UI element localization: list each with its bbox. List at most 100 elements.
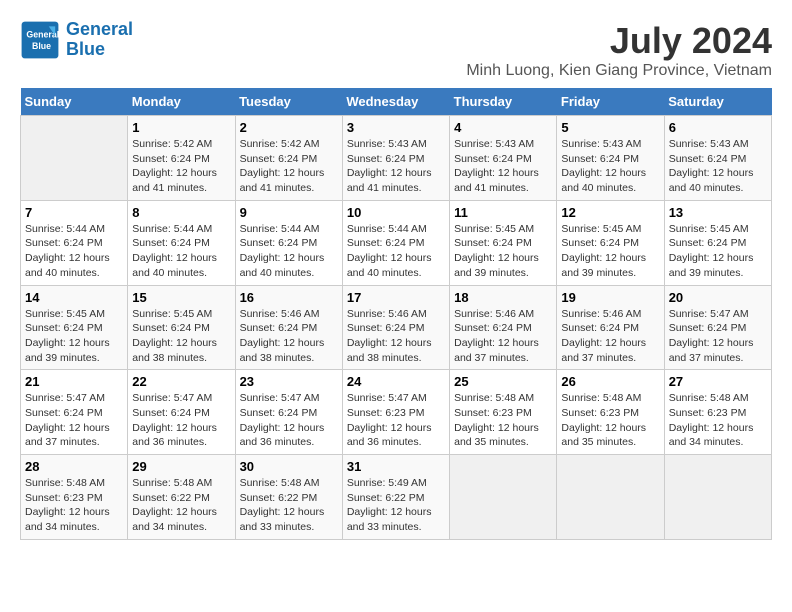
weekday-header-saturday: Saturday <box>664 88 771 116</box>
day-info: Sunrise: 5:48 AM Sunset: 6:23 PM Dayligh… <box>25 476 123 535</box>
day-info: Sunrise: 5:46 AM Sunset: 6:24 PM Dayligh… <box>561 307 659 366</box>
day-number: 30 <box>240 459 338 474</box>
day-number: 26 <box>561 374 659 389</box>
logo: General Blue General Blue <box>20 20 133 60</box>
day-number: 31 <box>347 459 445 474</box>
day-info: Sunrise: 5:48 AM Sunset: 6:23 PM Dayligh… <box>454 391 552 450</box>
calendar-cell: 28 Sunrise: 5:48 AM Sunset: 6:23 PM Dayli… <box>21 455 128 540</box>
day-number: 19 <box>561 290 659 305</box>
calendar-cell: 9 Sunrise: 5:44 AM Sunset: 6:24 PM Daylig… <box>235 200 342 285</box>
calendar-cell: 16Sunrise: 5:46 AM Sunset: 6:24 PM Dayli… <box>235 285 342 370</box>
calendar-cell <box>21 116 128 201</box>
calendar-cell: 25 Sunrise: 5:48 AM Sunset: 6:23 PM Dayli… <box>450 370 557 455</box>
day-info: Sunrise: 5:44 AM Sunset: 6:24 PM Dayligh… <box>132 222 230 281</box>
weekday-header-friday: Friday <box>557 88 664 116</box>
calendar-week-2: 7 Sunrise: 5:44 AM Sunset: 6:24 PM Daylig… <box>21 200 772 285</box>
calendar-week-3: 14 Sunrise: 5:45 AM Sunset: 6:24 PM Dayli… <box>21 285 772 370</box>
day-info: Sunrise: 5:43 AM Sunset: 6:24 PM Dayligh… <box>454 137 552 196</box>
calendar-cell: 2Sunrise: 5:42 AM Sunset: 6:24 PM Daylig… <box>235 116 342 201</box>
title-block: July 2024 Minh Luong, Kien Giang Provinc… <box>466 20 772 80</box>
day-info: Sunrise: 5:45 AM Sunset: 6:24 PM Dayligh… <box>454 222 552 281</box>
calendar-cell: 15 Sunrise: 5:45 AM Sunset: 6:24 PM Dayli… <box>128 285 235 370</box>
calendar-cell: 14 Sunrise: 5:45 AM Sunset: 6:24 PM Dayli… <box>21 285 128 370</box>
subtitle: Minh Luong, Kien Giang Province, Vietnam <box>466 62 772 80</box>
day-info: Sunrise: 5:48 AM Sunset: 6:23 PM Dayligh… <box>561 391 659 450</box>
day-number: 25 <box>454 374 552 389</box>
day-number: 12 <box>561 205 659 220</box>
calendar-cell <box>450 455 557 540</box>
calendar-cell: 12 Sunrise: 5:45 AM Sunset: 6:24 PM Dayli… <box>557 200 664 285</box>
day-number: 22 <box>132 374 230 389</box>
day-number: 18 <box>454 290 552 305</box>
weekday-header-monday: Monday <box>128 88 235 116</box>
calendar-week-1: 1Sunrise: 5:42 AM Sunset: 6:24 PM Daylig… <box>21 116 772 201</box>
calendar-cell: 6 Sunrise: 5:43 AM Sunset: 6:24 PM Daylig… <box>664 116 771 201</box>
calendar-cell: 29 Sunrise: 5:48 AM Sunset: 6:22 PM Dayli… <box>128 455 235 540</box>
day-number: 7 <box>25 205 123 220</box>
day-number: 29 <box>132 459 230 474</box>
day-info: Sunrise: 5:44 AM Sunset: 6:24 PM Dayligh… <box>25 222 123 281</box>
day-number: 6 <box>669 120 767 135</box>
day-info: Sunrise: 5:47 AM Sunset: 6:23 PM Dayligh… <box>347 391 445 450</box>
day-info: Sunrise: 5:47 AM Sunset: 6:24 PM Dayligh… <box>669 307 767 366</box>
calendar-cell: 11 Sunrise: 5:45 AM Sunset: 6:24 PM Dayli… <box>450 200 557 285</box>
day-number: 17 <box>347 290 445 305</box>
day-info: Sunrise: 5:48 AM Sunset: 6:22 PM Dayligh… <box>240 476 338 535</box>
calendar-week-4: 21 Sunrise: 5:47 AM Sunset: 6:24 PM Dayli… <box>21 370 772 455</box>
day-number: 21 <box>25 374 123 389</box>
day-info: Sunrise: 5:45 AM Sunset: 6:24 PM Dayligh… <box>132 307 230 366</box>
day-info: Sunrise: 5:45 AM Sunset: 6:24 PM Dayligh… <box>561 222 659 281</box>
calendar-cell <box>557 455 664 540</box>
day-number: 4 <box>454 120 552 135</box>
day-info: Sunrise: 5:45 AM Sunset: 6:24 PM Dayligh… <box>25 307 123 366</box>
day-number: 14 <box>25 290 123 305</box>
weekday-header-thursday: Thursday <box>450 88 557 116</box>
calendar-body: 1Sunrise: 5:42 AM Sunset: 6:24 PM Daylig… <box>21 116 772 540</box>
day-number: 11 <box>454 205 552 220</box>
day-info: Sunrise: 5:48 AM Sunset: 6:22 PM Dayligh… <box>132 476 230 535</box>
day-info: Sunrise: 5:43 AM Sunset: 6:24 PM Dayligh… <box>561 137 659 196</box>
day-number: 24 <box>347 374 445 389</box>
calendar-cell: 20 Sunrise: 5:47 AM Sunset: 6:24 PM Dayli… <box>664 285 771 370</box>
logo-text: General Blue <box>66 20 133 60</box>
day-info: Sunrise: 5:47 AM Sunset: 6:24 PM Dayligh… <box>132 391 230 450</box>
day-number: 1 <box>132 120 230 135</box>
day-number: 9 <box>240 205 338 220</box>
calendar-cell: 5Sunrise: 5:43 AM Sunset: 6:24 PM Daylig… <box>557 116 664 201</box>
day-number: 10 <box>347 205 445 220</box>
svg-text:Blue: Blue <box>32 41 51 51</box>
weekday-header-row: SundayMondayTuesdayWednesdayThursdayFrid… <box>21 88 772 116</box>
weekday-header-wednesday: Wednesday <box>342 88 449 116</box>
day-info: Sunrise: 5:48 AM Sunset: 6:23 PM Dayligh… <box>669 391 767 450</box>
day-number: 2 <box>240 120 338 135</box>
day-info: Sunrise: 5:45 AM Sunset: 6:24 PM Dayligh… <box>669 222 767 281</box>
day-number: 27 <box>669 374 767 389</box>
calendar-cell: 1Sunrise: 5:42 AM Sunset: 6:24 PM Daylig… <box>128 116 235 201</box>
weekday-header-tuesday: Tuesday <box>235 88 342 116</box>
calendar-week-5: 28 Sunrise: 5:48 AM Sunset: 6:23 PM Dayli… <box>21 455 772 540</box>
day-number: 16 <box>240 290 338 305</box>
page-header: General Blue General Blue July 2024 Minh… <box>20 20 772 80</box>
day-info: Sunrise: 5:46 AM Sunset: 6:24 PM Dayligh… <box>347 307 445 366</box>
day-number: 3 <box>347 120 445 135</box>
day-number: 20 <box>669 290 767 305</box>
weekday-header-sunday: Sunday <box>21 88 128 116</box>
calendar-cell: 18Sunrise: 5:46 AM Sunset: 6:24 PM Dayli… <box>450 285 557 370</box>
main-title: July 2024 <box>466 20 772 62</box>
calendar-cell: 4 Sunrise: 5:43 AM Sunset: 6:24 PM Daylig… <box>450 116 557 201</box>
day-number: 28 <box>25 459 123 474</box>
day-info: Sunrise: 5:44 AM Sunset: 6:24 PM Dayligh… <box>240 222 338 281</box>
day-number: 15 <box>132 290 230 305</box>
calendar-cell: 30 Sunrise: 5:48 AM Sunset: 6:22 PM Dayli… <box>235 455 342 540</box>
calendar-cell: 21 Sunrise: 5:47 AM Sunset: 6:24 PM Dayli… <box>21 370 128 455</box>
calendar-cell: 27 Sunrise: 5:48 AM Sunset: 6:23 PM Dayli… <box>664 370 771 455</box>
day-number: 8 <box>132 205 230 220</box>
calendar-cell: 13 Sunrise: 5:45 AM Sunset: 6:24 PM Dayli… <box>664 200 771 285</box>
day-info: Sunrise: 5:43 AM Sunset: 6:24 PM Dayligh… <box>669 137 767 196</box>
day-info: Sunrise: 5:47 AM Sunset: 6:24 PM Dayligh… <box>240 391 338 450</box>
day-number: 13 <box>669 205 767 220</box>
calendar-cell: 3Sunrise: 5:43 AM Sunset: 6:24 PM Daylig… <box>342 116 449 201</box>
day-info: Sunrise: 5:47 AM Sunset: 6:24 PM Dayligh… <box>25 391 123 450</box>
calendar-cell: 22 Sunrise: 5:47 AM Sunset: 6:24 PM Dayli… <box>128 370 235 455</box>
calendar-table: SundayMondayTuesdayWednesdayThursdayFrid… <box>20 88 772 540</box>
